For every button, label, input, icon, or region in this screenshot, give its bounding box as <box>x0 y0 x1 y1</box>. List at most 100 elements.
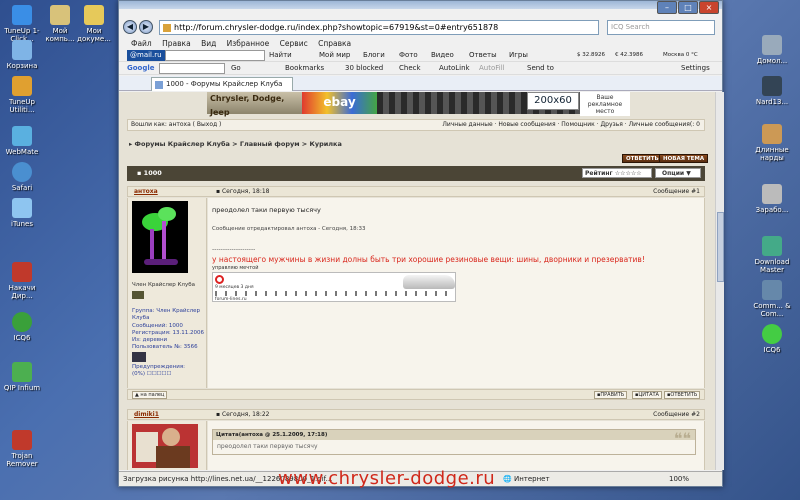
post-reply-button[interactable]: ▪ОТВЕТИТЬ <box>664 391 701 399</box>
topic-title: 1000 <box>143 169 162 177</box>
close-button[interactable]: × <box>699 1 719 14</box>
post-number[interactable]: Сообщение #1 <box>653 187 700 197</box>
tab-forum[interactable]: 1000 - Форумы Крайслер Клуба <box>151 77 293 91</box>
menu-favorites[interactable]: Избранное <box>227 39 270 48</box>
settings-button[interactable]: Settings <box>681 62 710 75</box>
rating-dropdown[interactable]: Рейтинг ☆☆☆☆☆ <box>582 168 652 178</box>
tab-favicon-icon <box>155 81 163 89</box>
mailru-search-input[interactable] <box>165 50 265 61</box>
warnings-value: (0%) ☐☐☐☐☐ <box>132 371 172 377</box>
mailru-find-button[interactable]: Найти <box>269 49 292 62</box>
desktop-icon-download-master[interactable]: Download Master <box>747 236 797 274</box>
toolbar-answers[interactable]: Ответы <box>469 49 497 62</box>
user-messages: Сообщений: 1000 <box>132 323 183 329</box>
spellcheck-button[interactable]: Check <box>399 62 421 75</box>
signature-divider: -------------------- <box>212 246 256 253</box>
desktop-icon-trojan-remover[interactable]: Trojan Remover <box>0 430 44 468</box>
mailru-logo[interactable]: @mail.ru <box>127 50 165 61</box>
backgammon-icon <box>762 124 782 144</box>
user-number: Пользователь №: 3566 <box>132 344 198 350</box>
avatar <box>132 424 198 468</box>
desktop-icon-zarabo[interactable]: Зарабо... <box>747 184 797 214</box>
desktop-icon-webmate[interactable]: WebMate <box>0 126 44 156</box>
zoom-level[interactable]: 100% <box>669 472 689 486</box>
google-logo[interactable]: Google <box>127 62 155 75</box>
logged-in-as[interactable]: Вошли как: антоха ( Выход ) <box>131 121 221 128</box>
ad-placeholder-text[interactable]: Ваше рекламное место <box>580 92 630 116</box>
menu-view[interactable]: Вид <box>201 39 216 48</box>
post-number[interactable]: Сообщение #2 <box>653 410 700 420</box>
forward-button[interactable]: ▶ <box>139 20 153 34</box>
widget-ruler <box>215 291 455 296</box>
post-date: ▪ Сегодня, 18:22 <box>216 411 270 418</box>
safari-icon <box>12 162 32 182</box>
desktop-icon-safari[interactable]: Safari <box>0 162 44 192</box>
scrollbar-thumb[interactable] <box>717 212 724 282</box>
edit-button[interactable]: ▪ПРАВИТЬ <box>594 391 628 399</box>
desktop-icon-nakachi[interactable]: Накачи Дир... <box>0 262 44 300</box>
user-from: Из: деревни <box>132 337 168 343</box>
ebay-banner[interactable]: ebay <box>302 92 377 114</box>
options-dropdown[interactable]: Опции ▼ <box>655 168 701 178</box>
toolbar-blogs[interactable]: Блоги <box>363 49 385 62</box>
user-links[interactable]: Личные данные · Новые сообщения · Помощн… <box>442 120 700 130</box>
nakachi-icon <box>12 262 32 282</box>
desktop-icon-domol[interactable]: Домол... <box>747 35 797 65</box>
toolbar-moi-mir[interactable]: Мой мир <box>319 49 350 62</box>
toolbar-photo[interactable]: Фото <box>399 49 418 62</box>
maximize-button[interactable]: □ <box>678 1 698 14</box>
desktop-icon-nard[interactable]: Nard13... <box>747 76 797 106</box>
page-content: Chrysler, Dodge, Jeep ebay 200x60 Ваше р… <box>119 92 715 470</box>
menu-tools[interactable]: Сервис <box>280 39 308 48</box>
toolbar-games[interactable]: Игры <box>509 49 528 62</box>
quote-block: Цитата(антоха @ 25.1.2009, 17:18) преодо… <box>212 429 696 455</box>
google-toolbar: Google Go Bookmarks 30 blocked Check Aut… <box>119 62 722 75</box>
window-titlebar[interactable] <box>119 1 722 9</box>
breadcrumb: ▸ Форумы Крайслер Клуба > Главный форум … <box>129 140 342 148</box>
ad-size-label[interactable]: 200x60 <box>527 92 579 110</box>
tuneup-icon <box>12 5 32 25</box>
menu-file[interactable]: Файл <box>131 39 152 48</box>
topic-title-bar: ▪ 1000 Рейтинг ☆☆☆☆☆ Опции ▼ <box>127 166 705 181</box>
commander-icon <box>762 280 782 300</box>
google-search-input[interactable] <box>159 63 225 74</box>
autolink-button[interactable]: AutoLink <box>439 62 470 75</box>
new-topic-button[interactable]: НОВАЯ ТЕМА <box>659 154 709 163</box>
popup-blocked[interactable]: 30 blocked <box>345 62 383 75</box>
widget-site: forum-lines.ru <box>215 297 247 302</box>
sendto-button[interactable]: Send to <box>527 62 554 75</box>
post-author[interactable]: dimiki1 <box>134 410 159 420</box>
itunes-icon <box>12 198 32 218</box>
address-bar[interactable]: http://forum.chrysler-dodge.ru/index.php… <box>159 20 599 35</box>
computer-icon <box>50 5 70 25</box>
google-go-button[interactable]: Go <box>231 62 241 75</box>
vertical-scrollbar[interactable] <box>715 92 724 470</box>
minimize-button[interactable]: – <box>657 1 677 14</box>
desktop-icon-qip[interactable]: QIP Infium <box>0 362 44 392</box>
banner-logo-text[interactable]: Chrysler, Dodge, Jeep <box>207 92 302 117</box>
menu-help[interactable]: Справка <box>318 39 351 48</box>
desktop-icon-recycle-bin[interactable]: Корзина <box>0 40 44 70</box>
desktop-icon-my-documents[interactable]: Мои докуме... <box>72 5 116 43</box>
icq-flower-icon <box>12 312 32 332</box>
bookmarks-button[interactable]: Bookmarks <box>285 62 324 75</box>
desktop-icon-long-nardy[interactable]: Длинные нарды <box>747 124 797 162</box>
toolbar-video[interactable]: Видео <box>431 49 454 62</box>
desktop-icon-tuneup-utilities[interactable]: TuneUp Utiliti... <box>0 76 44 114</box>
post-author[interactable]: антоха <box>134 187 158 197</box>
car-icon <box>132 352 146 362</box>
desktop-icon-itunes[interactable]: iTunes <box>0 198 44 228</box>
autofill-button[interactable]: AutoFill <box>479 62 505 75</box>
desktop-icon-icq6-left[interactable]: ICQ6 <box>0 312 44 342</box>
desktop-icon-commander[interactable]: Comm... & Com... <box>747 280 797 318</box>
desktop-icon-icq6-right[interactable]: ICQ6 <box>747 324 797 354</box>
signature-text: у настоящего мужчины в жизни долны быть … <box>212 255 645 264</box>
quote-button[interactable]: ▪ЦИТАТА <box>632 391 662 399</box>
tuneup-utilities-icon <box>12 76 32 96</box>
scroll-top-button[interactable]: ▲ на палец <box>132 391 168 399</box>
reply-button[interactable]: ОТВЕТИТЬ <box>622 154 663 163</box>
signature-widget[interactable]: 9 месяцев 3 дня forum-lines.ru <box>212 272 456 302</box>
back-button[interactable]: ◀ <box>123 20 137 34</box>
search-input[interactable]: ICQ Search <box>607 20 715 35</box>
menu-edit[interactable]: Правка <box>162 39 191 48</box>
